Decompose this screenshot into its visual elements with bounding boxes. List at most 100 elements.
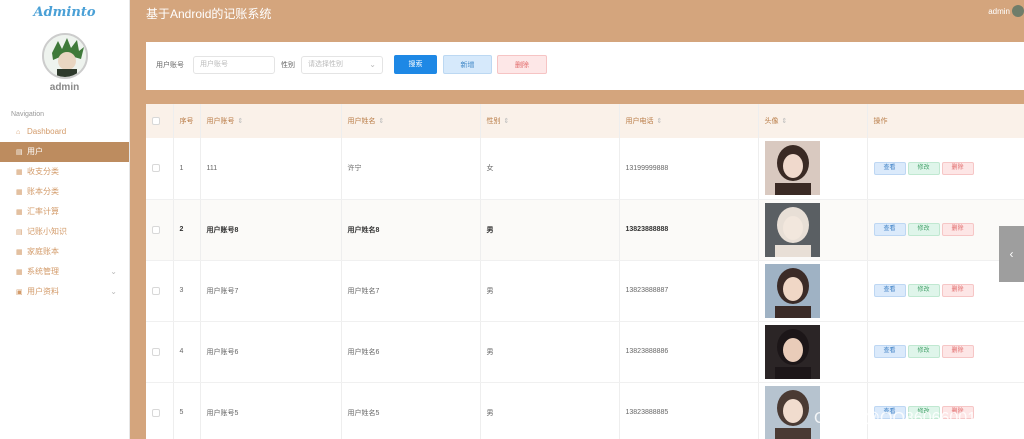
avatar-photo[interactable]: [764, 385, 820, 439]
user-table: 序号 用户账号 ⇕ 用户姓名 ⇕ 性别 ⇕ 用户电话 ⇕ 头像 ⇕ 操作 1 111 许宁女 1…: [146, 104, 1024, 439]
view-button[interactable]: 查看: [873, 284, 906, 297]
avatar-photo[interactable]: [764, 202, 820, 257]
column-header[interactable]: 用户姓名 ⇕: [341, 104, 481, 138]
avatar-photo[interactable]: [764, 263, 820, 318]
grid-icon: ▦: [16, 209, 23, 216]
calendar-icon: ▣: [16, 289, 23, 296]
sidebar-item-label: 汇率计算: [27, 207, 59, 216]
sidebar-item[interactable]: ▦ 账本分类: [0, 182, 129, 202]
select-all-cell[interactable]: [146, 104, 174, 138]
delete-button[interactable]: 删除: [497, 55, 547, 74]
header-username[interactable]: admin: [988, 7, 1010, 16]
cell-gender: 男: [480, 199, 620, 261]
sort-icon[interactable]: ⇕: [504, 118, 510, 125]
column-header[interactable]: 用户电话 ⇕: [619, 104, 759, 138]
edit-button[interactable]: 修改: [907, 284, 940, 297]
sidebar-item-label: 用户: [27, 147, 43, 156]
column-header: 操作: [867, 104, 1024, 138]
account-input[interactable]: 用户账号: [193, 56, 275, 74]
cell-account: 用户账号8: [200, 199, 342, 261]
header-avatar[interactable]: [1012, 5, 1024, 17]
row-select-cell[interactable]: [146, 138, 174, 200]
sort-icon[interactable]: ⇕: [657, 118, 663, 125]
row-delete-button[interactable]: 删除: [941, 345, 974, 358]
table-row[interactable]: 3 用户账号7 用户姓名7 男 13823888887 查看 修改 删除: [146, 260, 1024, 322]
sidebar: Adminto admin Navigation ⌂ Dashboard ▤ 用户 ▦ 收…: [0, 0, 130, 439]
cell-phone: 13199999888: [619, 138, 759, 200]
sort-icon[interactable]: ⇕: [782, 118, 788, 125]
nav-heading: Navigation: [11, 111, 45, 118]
grid-icon: ▦: [16, 249, 23, 256]
edit-button[interactable]: 修改: [907, 161, 940, 175]
row-select-cell[interactable]: [146, 321, 174, 383]
sort-icon[interactable]: ⇕: [238, 118, 244, 125]
cell-phone: 13823888888: [619, 199, 759, 261]
avatar[interactable]: [41, 33, 88, 79]
nav-list: ⌂ Dashboard ▤ 用户 ▦ 收支分类 ▦ 账本分类 ▦ 汇率计算 ▤ 记账小知识 ▦ 家庭账本 ▦…: [0, 122, 129, 302]
row-number: 1: [173, 138, 201, 200]
sidebar-item[interactable]: ▤ 用户: [0, 142, 129, 162]
row-checkbox[interactable]: [152, 225, 160, 234]
sidebar-item-label: 家庭账本: [27, 247, 59, 256]
search-button[interactable]: 搜索: [394, 55, 437, 74]
cell-account: 用户账号6: [200, 321, 342, 383]
chevron-down-icon: ⌄: [110, 267, 117, 276]
grid-icon: ▦: [16, 189, 23, 196]
home-icon: ⌂: [16, 129, 21, 136]
sidebar-item[interactable]: ▤ 记账小知识: [0, 222, 129, 242]
sidebar-item-label: 用户资料: [27, 287, 59, 296]
row-number: 3: [173, 260, 201, 322]
row-delete-button[interactable]: 删除: [941, 284, 974, 297]
cell-name: 用户姓名8: [341, 199, 481, 261]
sidebar-item[interactable]: ⌂ Dashboard: [0, 122, 129, 142]
row-checkbox[interactable]: [152, 286, 160, 295]
row-select-cell[interactable]: [146, 199, 174, 261]
view-button[interactable]: 查看: [873, 161, 906, 175]
sidebar-item[interactable]: ▦ 收支分类: [0, 162, 129, 182]
avatar-photo[interactable]: [764, 141, 820, 196]
row-checkbox[interactable]: [152, 164, 160, 173]
cell-gender: 男: [480, 260, 620, 322]
row-select-cell[interactable]: [146, 260, 174, 322]
table-row[interactable]: 1 111 许宁女 13199999888 查看 修改 删除: [146, 138, 1024, 200]
cell-account: 用户账号5: [200, 382, 342, 439]
row-checkbox[interactable]: [152, 347, 160, 356]
row-checkbox[interactable]: [152, 408, 160, 417]
gender-select[interactable]: 请选择性别 ⌄: [301, 56, 383, 74]
chevron-left-icon[interactable]: ‹: [999, 226, 1024, 282]
row-number: 2: [173, 199, 201, 261]
cell-gender: 男: [480, 382, 620, 439]
view-button[interactable]: 查看: [873, 345, 906, 358]
sidebar-item[interactable]: ▣ 用户资料 ⌄: [0, 282, 129, 302]
view-button[interactable]: 查看: [873, 223, 906, 236]
row-select-cell[interactable]: [146, 382, 174, 439]
column-header[interactable]: 用户账号 ⇕: [200, 104, 342, 138]
column-header[interactable]: 头像 ⇕: [758, 104, 868, 138]
sidebar-item-label: Dashboard: [27, 127, 67, 136]
table-row[interactable]: 2 用户账号8 用户姓名8 男 13823888888 查看 修改 删除: [146, 199, 1024, 261]
cell-avatar: [758, 260, 868, 322]
avatar-photo[interactable]: [764, 324, 820, 379]
sort-icon[interactable]: ⇕: [379, 118, 385, 125]
select-all-checkbox[interactable]: [152, 117, 160, 125]
row-delete-button[interactable]: 删除: [941, 161, 974, 175]
chevron-down-icon: ⌄: [110, 287, 117, 296]
table-row[interactable]: 4 用户账号6 用户姓名6 男 13823888886 查看 修改 删除: [146, 321, 1024, 383]
page-title: 基于Android的记账系统: [146, 7, 272, 21]
app-logo[interactable]: Adminto: [0, 0, 129, 26]
sidebar-item[interactable]: ▦ 汇率计算: [0, 202, 129, 222]
column-header[interactable]: 性别 ⇕: [480, 104, 620, 138]
edit-button[interactable]: 修改: [907, 223, 940, 236]
chat-icon: ▤: [16, 149, 23, 156]
cell-actions: 查看 修改 删除: [867, 321, 1024, 383]
search-panel: 用户账号 用户账号 性别 请选择性别 ⌄ 搜索 新增 删除: [146, 42, 1024, 90]
cell-phone: 13823888886: [619, 321, 759, 383]
watermark: CSDN @QQ860660016: [814, 410, 985, 427]
add-button[interactable]: 新增: [443, 55, 492, 74]
sidebar-item[interactable]: ▦ 系统管理 ⌄: [0, 262, 129, 282]
row-delete-button[interactable]: 删除: [941, 223, 974, 236]
edit-button[interactable]: 修改: [907, 345, 940, 358]
cell-phone: 13823888885: [619, 382, 759, 439]
sidebar-item[interactable]: ▦ 家庭账本: [0, 242, 129, 262]
chevron-down-icon: ⌄: [369, 60, 376, 69]
